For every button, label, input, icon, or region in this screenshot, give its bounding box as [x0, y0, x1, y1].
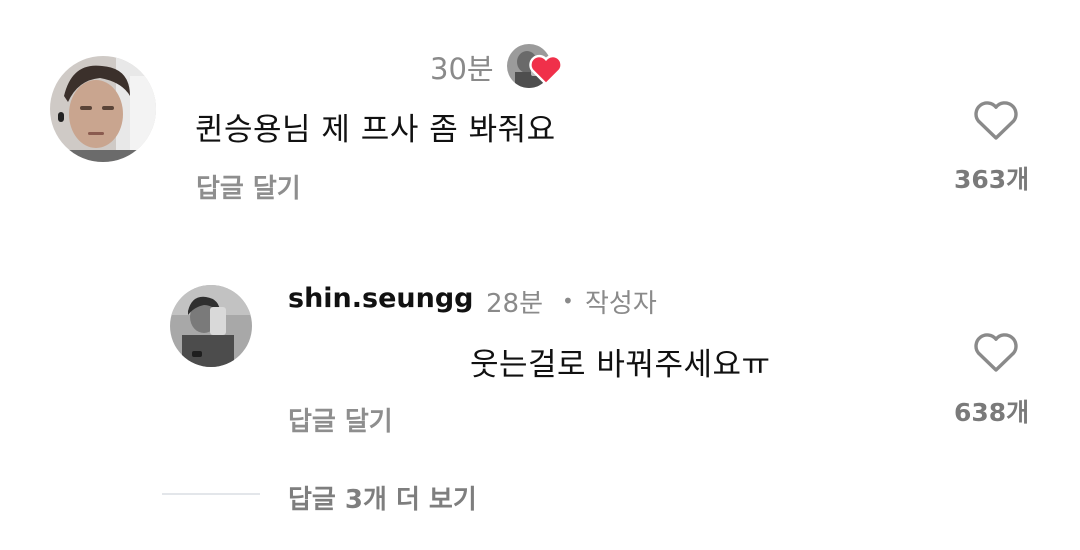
- reply-reply-button[interactable]: 답글 달기: [288, 401, 393, 438]
- heart-outline-icon: [974, 333, 1018, 372]
- comment-like-button[interactable]: [972, 98, 1020, 142]
- creator-liked-heart-icon: [528, 52, 576, 96]
- commenter-avatar-image: [50, 56, 156, 162]
- reply-timestamp: 28분: [486, 289, 544, 319]
- commenter-avatar[interactable]: [50, 56, 156, 162]
- comment-thread: 30분 퀸승용님 제 프사 좀 봐줘요 답글 달기 363개 shin.seun…: [0, 0, 1080, 550]
- reply-avatar[interactable]: [170, 285, 252, 367]
- meta-separator: •: [562, 289, 574, 313]
- comment-like-count: 363개: [954, 165, 1030, 194]
- view-more-replies-button[interactable]: 답글 3개 더 보기: [288, 479, 477, 516]
- view-more-divider: [162, 493, 260, 495]
- reply-text: 웃는걸로 바꿔주세요ㅠ: [470, 347, 771, 383]
- heart-outline-icon: [974, 101, 1018, 140]
- reply-username[interactable]: shin.seungg: [288, 283, 474, 314]
- comment-text: 퀸승용님 제 프사 좀 봐줘요: [195, 112, 556, 148]
- reply-avatar-image: [170, 285, 252, 367]
- comment-timestamp: 30분: [430, 52, 494, 86]
- author-tag: 작성자: [585, 289, 657, 319]
- comment-reply-button[interactable]: 답글 달기: [196, 168, 301, 205]
- reply-like-count: 638개: [954, 398, 1030, 427]
- reply-like-button[interactable]: [972, 330, 1020, 374]
